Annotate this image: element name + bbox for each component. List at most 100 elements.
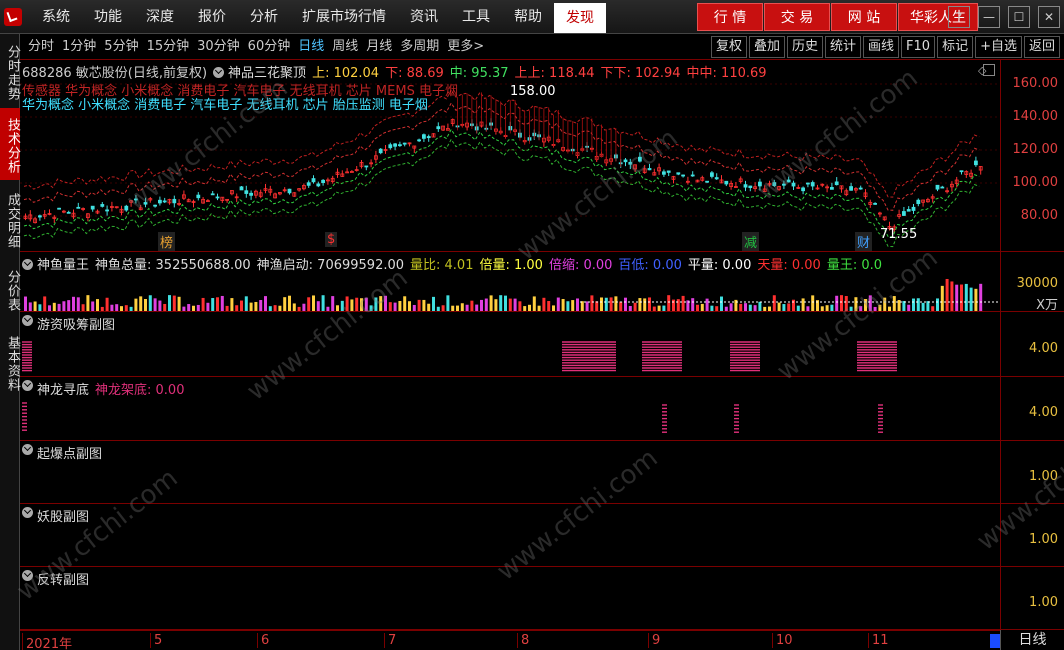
menu-item[interactable]: 分析 <box>238 0 290 34</box>
tool-button[interactable]: 历史 <box>786 36 823 58</box>
sub-panel[interactable]: 游资吸筹副图 <box>20 312 1000 377</box>
period-tab[interactable]: 60分钟 <box>244 34 295 60</box>
maximize-icon[interactable]: ☐ <box>1008 6 1030 28</box>
tool-button[interactable]: 复权 <box>710 36 747 58</box>
signal-marker[interactable]: $ <box>325 232 338 247</box>
volume-bar <box>979 283 983 311</box>
period-tab[interactable]: 周线 <box>328 34 362 60</box>
volume-bar <box>753 305 757 311</box>
menu-item[interactable]: 深度 <box>134 0 186 34</box>
volume-bar <box>878 304 882 311</box>
time-label: 11 <box>868 633 889 648</box>
price-chart-panel[interactable]: 688286 敏芯股份(日线,前复权) 神品三花聚顶 上: 102.04 下: … <box>20 60 1000 252</box>
volume-bar <box>926 301 930 311</box>
indicator-name[interactable]: 神品三花聚顶 <box>213 62 306 81</box>
tool-button[interactable]: 标记 <box>937 36 974 58</box>
panel-maximize-icon[interactable] <box>983 64 995 76</box>
volume-bar <box>748 304 752 311</box>
left-tab[interactable]: 成交明细 <box>0 182 20 256</box>
right-tab[interactable]: 网 站 <box>831 3 897 31</box>
menu-item[interactable]: 扩展市场行情 <box>290 0 398 34</box>
time-label: 7 <box>384 633 396 648</box>
price-tick: 100.00 <box>1012 175 1059 190</box>
volume-bar <box>33 301 37 311</box>
volume-king: 量王: 0.0 <box>826 258 883 273</box>
tool-button[interactable]: 统计 <box>825 36 862 58</box>
period-tab[interactable]: 30分钟 <box>193 34 244 60</box>
volume-bar <box>273 305 277 311</box>
menu-item[interactable]: 帮助 <box>502 0 554 34</box>
volume-bar <box>595 301 599 311</box>
volume-bar <box>321 295 325 311</box>
sub-panel-title[interactable]: 起爆点副图 <box>22 443 108 462</box>
scroll-position-marker[interactable] <box>990 634 1000 648</box>
minimize-icon[interactable]: — <box>978 6 1000 28</box>
sub-panel-title[interactable]: 反转副图 <box>22 569 95 588</box>
close-icon[interactable]: ✕ <box>1038 6 1060 28</box>
right-tab[interactable]: 行 情 <box>697 3 763 31</box>
left-tab[interactable]: 分价表 <box>0 258 20 320</box>
left-tab-strip: 分时走势 技术分析 成交明细 分价表 基本资料 <box>0 34 20 650</box>
menu-item[interactable]: 工具 <box>450 0 502 34</box>
period-tab[interactable]: 1分钟 <box>58 34 100 60</box>
period-tab[interactable]: 日线 <box>294 34 328 60</box>
volume-bar <box>120 306 123 311</box>
sub-panel[interactable]: 起爆点副图 <box>20 441 1000 504</box>
menu-item-discover[interactable]: 发现 <box>554 3 606 33</box>
period-tab[interactable]: 15分钟 <box>143 34 194 60</box>
volume-bar <box>652 306 656 311</box>
signal-marker[interactable]: 减 <box>742 232 760 251</box>
sub-panel[interactable]: 反转副图 <box>20 567 1000 630</box>
volume-bar <box>667 295 671 311</box>
signal-marker[interactable]: 榜 <box>158 232 176 251</box>
tool-button[interactable]: 画线 <box>863 36 900 58</box>
sub-panel[interactable]: 神龙寻底 神龙架底: 0.00 <box>20 377 1000 441</box>
volume-bar <box>259 300 263 311</box>
menu-item[interactable]: 功能 <box>82 0 134 34</box>
candle-body <box>940 186 945 189</box>
candle-body <box>676 172 681 175</box>
volume-bar <box>129 306 133 311</box>
period-tab[interactable]: 更多> <box>443 34 488 60</box>
menu-item[interactable]: 系统 <box>30 0 82 34</box>
volume-bar <box>830 304 834 311</box>
sub-panel-title[interactable]: 游资吸筹副图 <box>22 314 121 333</box>
left-tab[interactable]: 技术分析 <box>0 108 20 180</box>
volume-bar <box>62 301 66 311</box>
signal-marker[interactable]: 财 <box>855 232 873 251</box>
volume-bar <box>480 299 483 311</box>
left-tab[interactable]: 基本资料 <box>0 322 20 402</box>
volume-bar <box>811 295 815 311</box>
volume-bar <box>52 302 56 311</box>
volume-bar <box>619 301 623 311</box>
sub-panel-title[interactable]: 神龙寻底 神龙架底: 0.00 <box>22 379 190 398</box>
sub-panel-title[interactable]: 妖股副图 <box>22 506 95 525</box>
volume-bar <box>110 304 114 311</box>
volume-bar <box>820 306 824 311</box>
volume-bar <box>230 298 234 311</box>
candle-body <box>244 190 249 194</box>
day-line-button[interactable]: 日线 <box>1000 630 1064 650</box>
period-tab[interactable]: 月线 <box>362 34 396 60</box>
volume-bar <box>336 305 339 311</box>
left-tab[interactable]: 分时走势 <box>0 36 20 106</box>
menu-item[interactable]: 报价 <box>186 0 238 34</box>
volume-bar <box>48 305 51 311</box>
tool-button[interactable]: 叠加 <box>748 36 785 58</box>
period-tab[interactable]: 5分钟 <box>100 34 142 60</box>
help-icon[interactable]: ? <box>948 6 970 28</box>
volume-panel[interactable]: 神鱼量王 神鱼总量: 352550688.00 神渔启动: 70699592.0… <box>20 252 1000 312</box>
menu-item[interactable]: 资讯 <box>398 0 450 34</box>
tool-button[interactable]: 返回 <box>1023 36 1060 58</box>
period-tab[interactable]: 分时 <box>24 34 58 60</box>
sub-panel[interactable]: 妖股副图 <box>20 504 1000 567</box>
right-tab[interactable]: 交 易 <box>764 3 830 31</box>
volume-bar <box>974 288 978 311</box>
candle-body <box>426 136 431 139</box>
tool-button[interactable]: +自选 <box>975 36 1022 58</box>
period-tab[interactable]: 多周期 <box>396 34 443 60</box>
volume-bar <box>393 302 397 311</box>
volume-indicator[interactable]: 神鱼量王 <box>22 254 89 273</box>
tool-button[interactable]: F10 <box>901 36 936 58</box>
volume-bar <box>115 304 119 311</box>
